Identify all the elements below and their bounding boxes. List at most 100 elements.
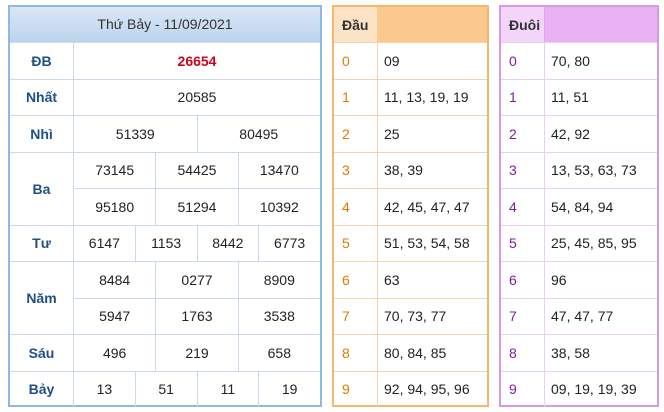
duoi-rows: 0 70, 80 1 11, 51 2 42, 92 3 13, 53, 63, 73 4 54,… — [501, 42, 657, 407]
prize-number: 658 — [237, 335, 320, 371]
dau-digit: 1 — [334, 79, 378, 115]
duoi-digit: 3 — [501, 152, 545, 188]
dau-header-label: Đầu — [334, 7, 378, 42]
dau-row: 3 38, 39 — [334, 151, 487, 188]
dau-numbers: 09 — [384, 52, 400, 69]
prize-label: Tư — [10, 225, 74, 261]
prize-row: Bảy 13 51 11 19 — [10, 370, 320, 407]
duoi-numbers: 42, 92 — [551, 125, 590, 142]
prize-number: 20585 — [177, 89, 217, 106]
prize-number: 73145 — [95, 162, 135, 179]
duoi-digit: 1 — [501, 79, 545, 115]
dau-numbers: 11, 13, 19, 19 — [384, 89, 469, 106]
duoi-row: 6 96 — [501, 261, 657, 298]
prize-number: 5947 — [99, 308, 131, 325]
duoi-numbers: 09, 19, 19, 39 — [551, 381, 637, 398]
dau-numbers: 25 — [384, 125, 400, 142]
duoi-header-fill — [545, 7, 657, 42]
dau-numbers: 92, 94, 95, 96 — [384, 381, 470, 398]
prize-values: 13 51 11 19 — [74, 371, 320, 407]
duoi-digit: 7 — [501, 298, 545, 334]
prize-subrow: 73145 54425 13470 — [74, 152, 320, 188]
prize-subrow: 496 219 658 — [74, 335, 320, 371]
prize-number: 95180 — [95, 198, 135, 215]
dau-digit: 7 — [334, 298, 378, 334]
prize-number: 1153 — [134, 225, 197, 261]
prize-number: 8484 — [99, 271, 131, 288]
prize-subrow: 13 51 11 19 — [74, 371, 320, 407]
dau-row: 5 51, 53, 54, 58 — [334, 224, 487, 261]
results-title: Thứ Bảy - 11/09/2021 — [10, 7, 320, 42]
prize-number: 6147 — [88, 235, 120, 252]
prize-row: ĐB 26654 — [10, 42, 320, 79]
prize-number: 13470 — [237, 152, 320, 188]
prize-subrow: 20585 — [74, 80, 320, 116]
prize-number: 496 — [102, 344, 127, 361]
duoi-header-label: Đuôi — [501, 7, 545, 42]
duoi-row: 8 38, 58 — [501, 334, 657, 371]
duoi-row: 1 11, 51 — [501, 78, 657, 115]
duoi-numbers: 96 — [551, 271, 567, 288]
dau-digit: 0 — [334, 43, 378, 79]
duoi-row: 7 47, 47, 77 — [501, 297, 657, 334]
dau-digit: 3 — [334, 152, 378, 188]
duoi-digit: 0 — [501, 43, 545, 79]
dau-row: 8 80, 84, 85 — [334, 334, 487, 371]
prize-number: 13 — [96, 381, 113, 398]
dau-numbers: 42, 45, 47, 47 — [384, 198, 470, 215]
dau-header: Đầu — [334, 7, 487, 42]
dau-numbers: 80, 84, 85 — [384, 344, 447, 361]
dau-digit: 2 — [334, 116, 378, 152]
dau-row: 2 25 — [334, 115, 487, 152]
duoi-digit: 2 — [501, 116, 545, 152]
duoi-numbers: 11, 51 — [551, 89, 589, 106]
prize-row: Sáu 496 219 658 — [10, 334, 320, 371]
prize-subrow: 95180 51294 10392 — [74, 188, 320, 225]
dau-numbers: 70, 73, 77 — [384, 308, 447, 325]
dau-digit: 4 — [334, 189, 378, 225]
prize-number: 6773 — [258, 225, 320, 261]
duoi-digit: 8 — [501, 335, 545, 371]
prize-number: 219 — [155, 335, 237, 371]
dau-numbers: 63 — [384, 271, 400, 288]
duoi-table: Đuôi 0 70, 80 1 11, 51 2 42, 92 3 13, 53, 63, 7… — [499, 5, 659, 407]
prize-number: 0277 — [155, 262, 237, 298]
prize-number: 8909 — [237, 262, 320, 298]
duoi-digit: 9 — [501, 371, 545, 407]
dau-row: 0 09 — [334, 42, 487, 79]
dau-row: 9 92, 94, 95, 96 — [334, 370, 487, 407]
dau-row: 1 11, 13, 19, 19 — [334, 78, 487, 115]
duoi-row: 4 54, 84, 94 — [501, 188, 657, 225]
dau-row: 6 63 — [334, 261, 487, 298]
prize-label: Nhì — [10, 116, 74, 152]
duoi-digit: 4 — [501, 189, 545, 225]
prize-label: Nhất — [10, 79, 74, 115]
prize-subrow: 26654 — [74, 43, 320, 79]
prize-values: 51339 80495 — [74, 116, 320, 152]
prize-values: 20585 — [74, 80, 320, 116]
prize-rows: ĐB 26654 Nhất 20585 Nhì 51339 80495 Ba 73145 5442… — [10, 42, 320, 407]
duoi-row: 5 25, 45, 85, 95 — [501, 224, 657, 261]
prize-subrow: 8484 0277 8909 — [74, 262, 320, 298]
prize-number: 51294 — [155, 189, 237, 225]
dau-numbers: 51, 53, 54, 58 — [384, 235, 470, 252]
duoi-numbers: 38, 58 — [551, 344, 590, 361]
dau-numbers: 38, 39 — [384, 162, 423, 179]
duoi-row: 0 70, 80 — [501, 42, 657, 79]
dau-digit: 8 — [334, 335, 378, 371]
duoi-row: 9 09, 19, 19, 39 — [501, 370, 657, 407]
duoi-numbers: 25, 45, 85, 95 — [551, 235, 637, 252]
prize-label: Sáu — [10, 335, 74, 371]
dau-row: 7 70, 73, 77 — [334, 297, 487, 334]
prize-number: 51 — [134, 371, 197, 407]
prize-number: 19 — [258, 371, 320, 407]
prize-number: 80495 — [196, 116, 321, 152]
prize-row: Năm 8484 0277 8909 5947 1763 3538 — [10, 261, 320, 334]
prize-number: 11 — [196, 371, 259, 407]
prize-number: 51339 — [115, 125, 155, 142]
dau-row: 4 42, 45, 47, 47 — [334, 188, 487, 225]
prize-subrow: 51339 80495 — [74, 116, 320, 152]
dau-digit: 6 — [334, 262, 378, 298]
dau-table: Đầu 0 09 1 11, 13, 19, 19 2 25 3 38, 39 4 42, 45,… — [332, 5, 489, 407]
duoi-numbers: 47, 47, 77 — [551, 308, 614, 325]
